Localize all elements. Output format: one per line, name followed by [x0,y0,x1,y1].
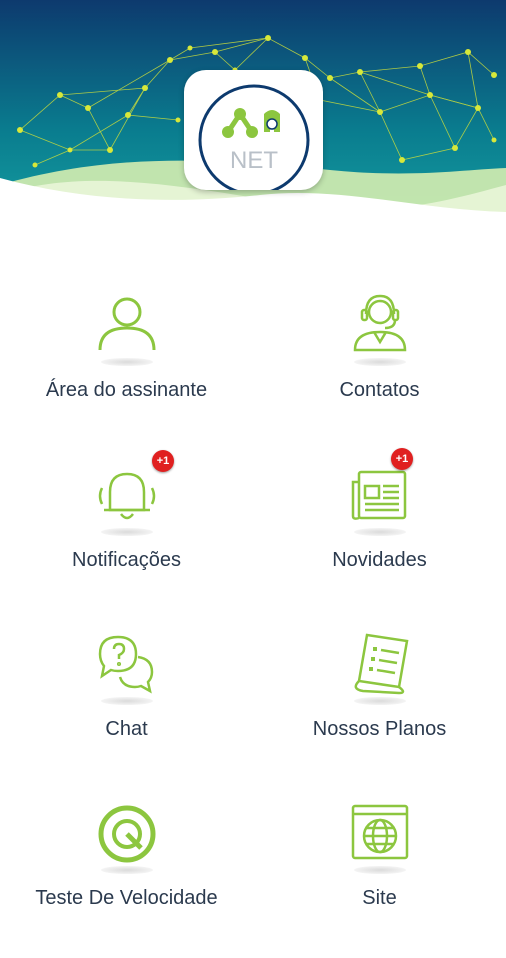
menu-item-label: Chat [105,718,148,740]
header-banner: NET [0,0,506,240]
news-badge: +1 [391,448,413,470]
notification-badge: +1 [152,450,174,472]
icon-shadow [354,528,406,536]
icon-shadow [354,358,406,366]
menu-item-label: Nossos Planos [312,718,447,740]
headset-agent-icon [353,294,407,352]
user-icon [98,297,156,351]
menu-item-nossos-planos[interactable]: Nossos Planos [253,619,506,789]
menu-item-label: Site [362,887,397,909]
document-list-icon [354,633,409,695]
menu-item-label: Área do assinante [45,379,208,401]
chat-bubbles-icon [98,635,154,694]
menu-item-label: Contatos [339,379,420,401]
icon-shadow [354,866,406,874]
speedometer-icon [98,805,156,863]
icon-shadow [101,358,153,366]
bell-icon [98,472,156,520]
menu-item-site[interactable]: Site [253,788,506,958]
icon-shadow [101,528,153,536]
icon-shadow [101,697,153,705]
menu-item-label: Novidades [332,549,427,571]
globe-browser-icon [351,804,409,860]
svg-text:NET: NET [230,147,278,174]
menu-item-label: Teste De Velocidade [35,887,218,909]
menu-item-notificacoes[interactable]: +1 Notificações [0,450,253,620]
company-logo: NET [198,84,310,190]
logo-card: NET [184,70,323,190]
newspaper-icon [351,470,407,520]
icon-shadow [354,697,406,705]
menu-item-teste-de-velocidade[interactable]: Teste De Velocidade [0,788,253,958]
menu-item-label: Notificações [72,549,181,571]
menu-item-contatos[interactable]: Contatos [253,280,506,450]
icon-shadow [101,866,153,874]
menu-item-chat[interactable]: Chat [0,619,253,789]
menu-item-area-do-assinante[interactable]: Área do assinante [0,280,253,450]
menu-item-novidades[interactable]: +1 Novidades [253,448,506,620]
